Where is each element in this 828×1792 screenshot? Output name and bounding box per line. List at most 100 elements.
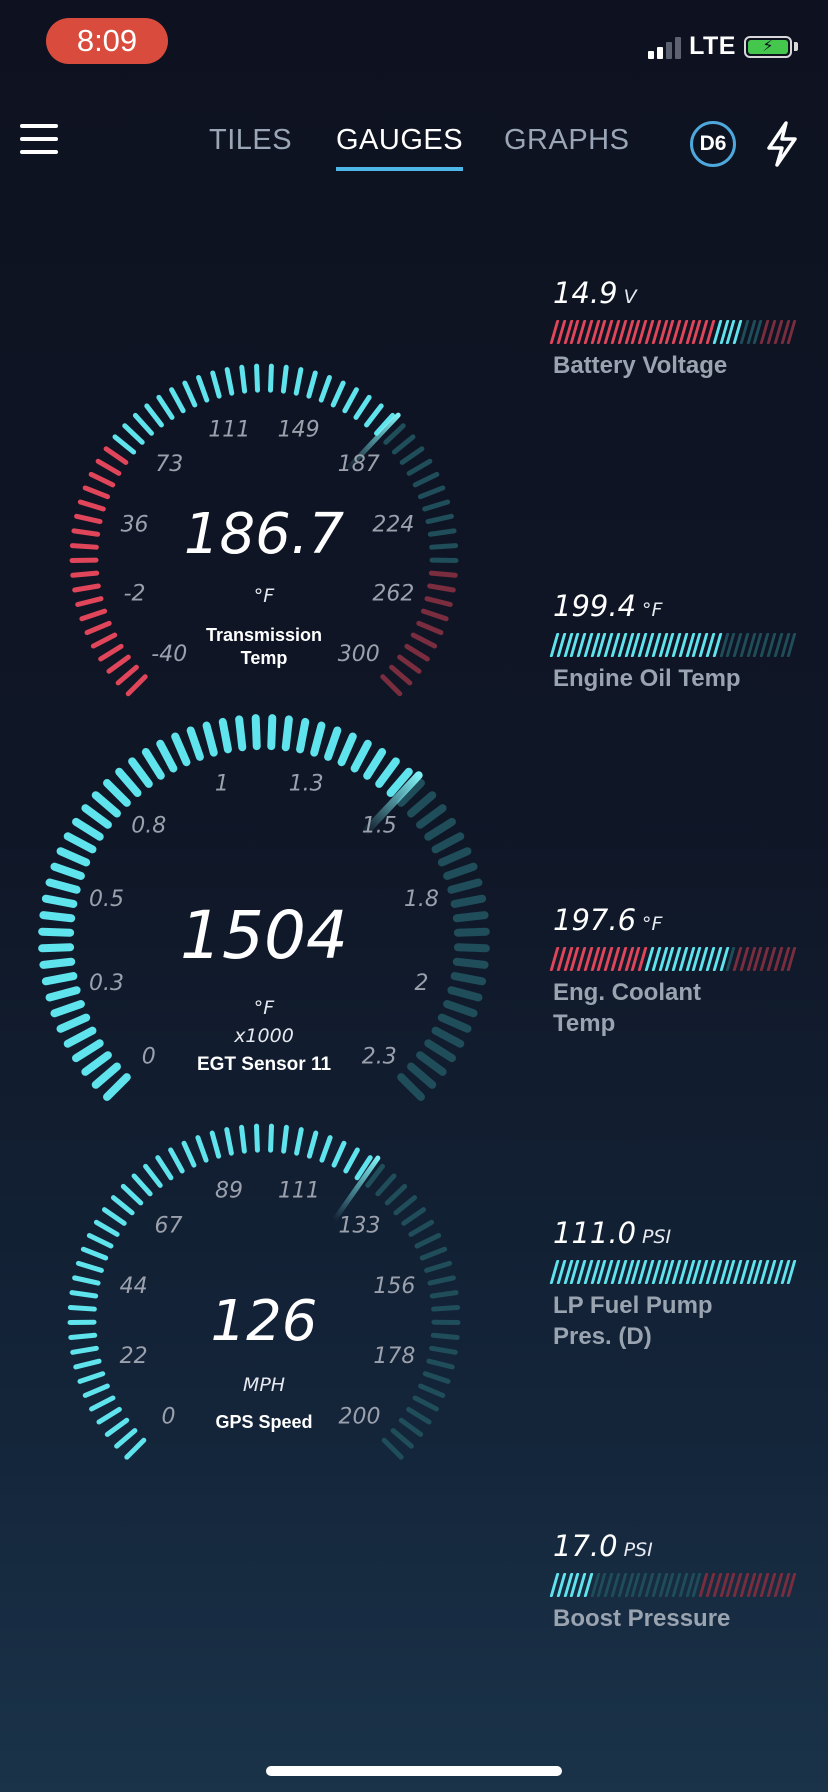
- gauge-segment: [38, 943, 75, 953]
- gauge-tick-label: 0: [142, 1044, 156, 1069]
- gauge-segment: [424, 1039, 456, 1063]
- gauge-segment: [453, 927, 490, 937]
- gauge-segment: [115, 767, 142, 797]
- gauge-segment: [384, 1183, 408, 1206]
- gauge-gps-speed[interactable]: 126 MPH GPS Speed 0 22 44 67 89 111 133 156 178 2…: [67, 1123, 461, 1460]
- bar-widget-coolant-temp[interactable]: 197.6 °F Eng. Coolant Temp: [549, 903, 797, 1039]
- gauge-segment: [86, 1233, 114, 1249]
- gauge-segment: [82, 485, 111, 500]
- gauge-segment: [77, 499, 106, 512]
- gauge-tick-label: 111: [278, 1179, 320, 1204]
- gauge-segment: [406, 458, 433, 476]
- gauge-segment: [115, 664, 139, 686]
- gauge-segment: [427, 528, 457, 537]
- gauge-tick-label: 44: [120, 1274, 148, 1299]
- bar-label: Battery Voltage: [553, 352, 728, 379]
- gauge-segment: [224, 367, 235, 396]
- gauge-tick-label: 36: [121, 512, 149, 537]
- bar-segments: [549, 320, 797, 344]
- gauge-segment: [156, 394, 175, 420]
- gauge-transmission-temp[interactable]: 186.7 °F Transmission Temp -40 -2 36 73 111 1…: [69, 363, 459, 697]
- gauge-segment: [267, 714, 277, 751]
- bar-segments: [549, 633, 797, 657]
- bar-unit: °F: [642, 599, 663, 621]
- home-indicator[interactable]: [266, 1766, 562, 1776]
- gauge-name-line-1: EGT Sensor 11: [197, 1054, 332, 1075]
- bar-widget-lp-fuel-pump[interactable]: 111.0 PSI LP Fuel Pump Pres. (D): [549, 1216, 797, 1352]
- gauge-segment: [169, 387, 186, 414]
- gauge-segment: [429, 543, 459, 550]
- gauge-segment: [407, 1062, 437, 1089]
- gauge-segment: [393, 1195, 418, 1216]
- gauge-segment: [430, 1332, 460, 1340]
- gauge-segment: [428, 570, 458, 578]
- gauge-segment: [364, 403, 384, 428]
- gauge-segment: [452, 957, 489, 969]
- gauge-value: 186.7: [184, 502, 345, 567]
- gauge-tick-label: 149: [278, 418, 320, 443]
- gauge-segment: [318, 374, 332, 403]
- gauge-segment: [404, 643, 430, 662]
- gauge-segment: [56, 1013, 91, 1033]
- gauge-segment: [294, 1127, 304, 1156]
- gauge-tick-label: 156: [373, 1274, 415, 1299]
- gauge-segment: [202, 721, 218, 757]
- gauge-segment: [122, 423, 145, 445]
- gauge-segment: [306, 1130, 319, 1159]
- gauge-segment: [424, 817, 456, 841]
- gauge-egt-sensor[interactable]: 1504 °F x1000 EGT Sensor 11 0 0.3 0.5 0.8 1 1…: [38, 714, 490, 1101]
- gauge-segment: [389, 664, 413, 686]
- gauge-segment: [267, 363, 274, 393]
- gauge-segment: [398, 1417, 424, 1437]
- gauge-segment: [143, 1163, 163, 1188]
- gauge-segment: [74, 513, 103, 525]
- gauge-segment: [114, 1428, 138, 1449]
- gauge-segment: [331, 1140, 347, 1168]
- gauge-segment: [103, 1073, 131, 1101]
- gauge-tick-label: -40: [151, 642, 187, 667]
- bar-widget-engine-oil-temp[interactable]: 199.4 °F Engine Oil Temp: [549, 589, 797, 694]
- gauge-segment: [72, 583, 101, 593]
- gauge-segment: [95, 458, 122, 476]
- gauge-segment: [80, 1246, 109, 1261]
- bar-segments: [549, 1260, 797, 1284]
- gauge-segment: [144, 403, 164, 428]
- gauge-segment: [447, 878, 483, 894]
- bar-widget-battery-voltage[interactable]: 14.9 V Battery Voltage: [549, 276, 797, 381]
- gauge-segment: [41, 972, 78, 986]
- gauge-segment: [426, 1358, 455, 1370]
- gauge-tick-label: 1.8: [404, 887, 439, 912]
- gauge-tick-label: 0.5: [89, 887, 124, 912]
- gauge-segment: [98, 643, 124, 662]
- gauge-segment: [391, 434, 416, 455]
- gauge-segment: [128, 757, 153, 788]
- gauge-segment: [306, 370, 318, 399]
- gauge-unit: MPH: [243, 1374, 285, 1396]
- gauge-segment: [397, 654, 422, 674]
- gauge-segment: [79, 608, 108, 622]
- gauge-segment: [132, 412, 154, 436]
- gauge-segment: [422, 499, 451, 512]
- gauge-segment: [412, 1395, 439, 1412]
- gauge-tick-label: 1.3: [289, 772, 324, 797]
- gauge-segment: [424, 596, 453, 608]
- gauge-segment: [39, 957, 76, 969]
- gauge-segment: [72, 1275, 101, 1286]
- gauge-segment: [168, 1147, 185, 1174]
- gauge-segment: [156, 739, 178, 773]
- gauge-segment: [343, 1147, 360, 1174]
- gauge-segment: [431, 832, 465, 854]
- gauge-segment: [181, 1140, 197, 1168]
- bar-label: Engine Oil Temp: [553, 665, 741, 692]
- gauge-segment: [69, 543, 99, 550]
- gauge-segment: [453, 943, 490, 953]
- gauge-tick-label: -2: [124, 582, 146, 607]
- gauge-segment: [447, 986, 483, 1002]
- gauge-tick-label: 67: [155, 1214, 183, 1239]
- gauge-name-line-1: GPS Speed: [215, 1412, 312, 1432]
- bar-label: Eng. Coolant Temp: [553, 979, 701, 1037]
- bar-widget-boost-pressure[interactable]: 17.0 PSI Boost Pressure: [549, 1529, 797, 1634]
- gauge-segment: [195, 1135, 209, 1163]
- gauge-segment: [45, 986, 81, 1002]
- gauge-segment: [75, 596, 104, 608]
